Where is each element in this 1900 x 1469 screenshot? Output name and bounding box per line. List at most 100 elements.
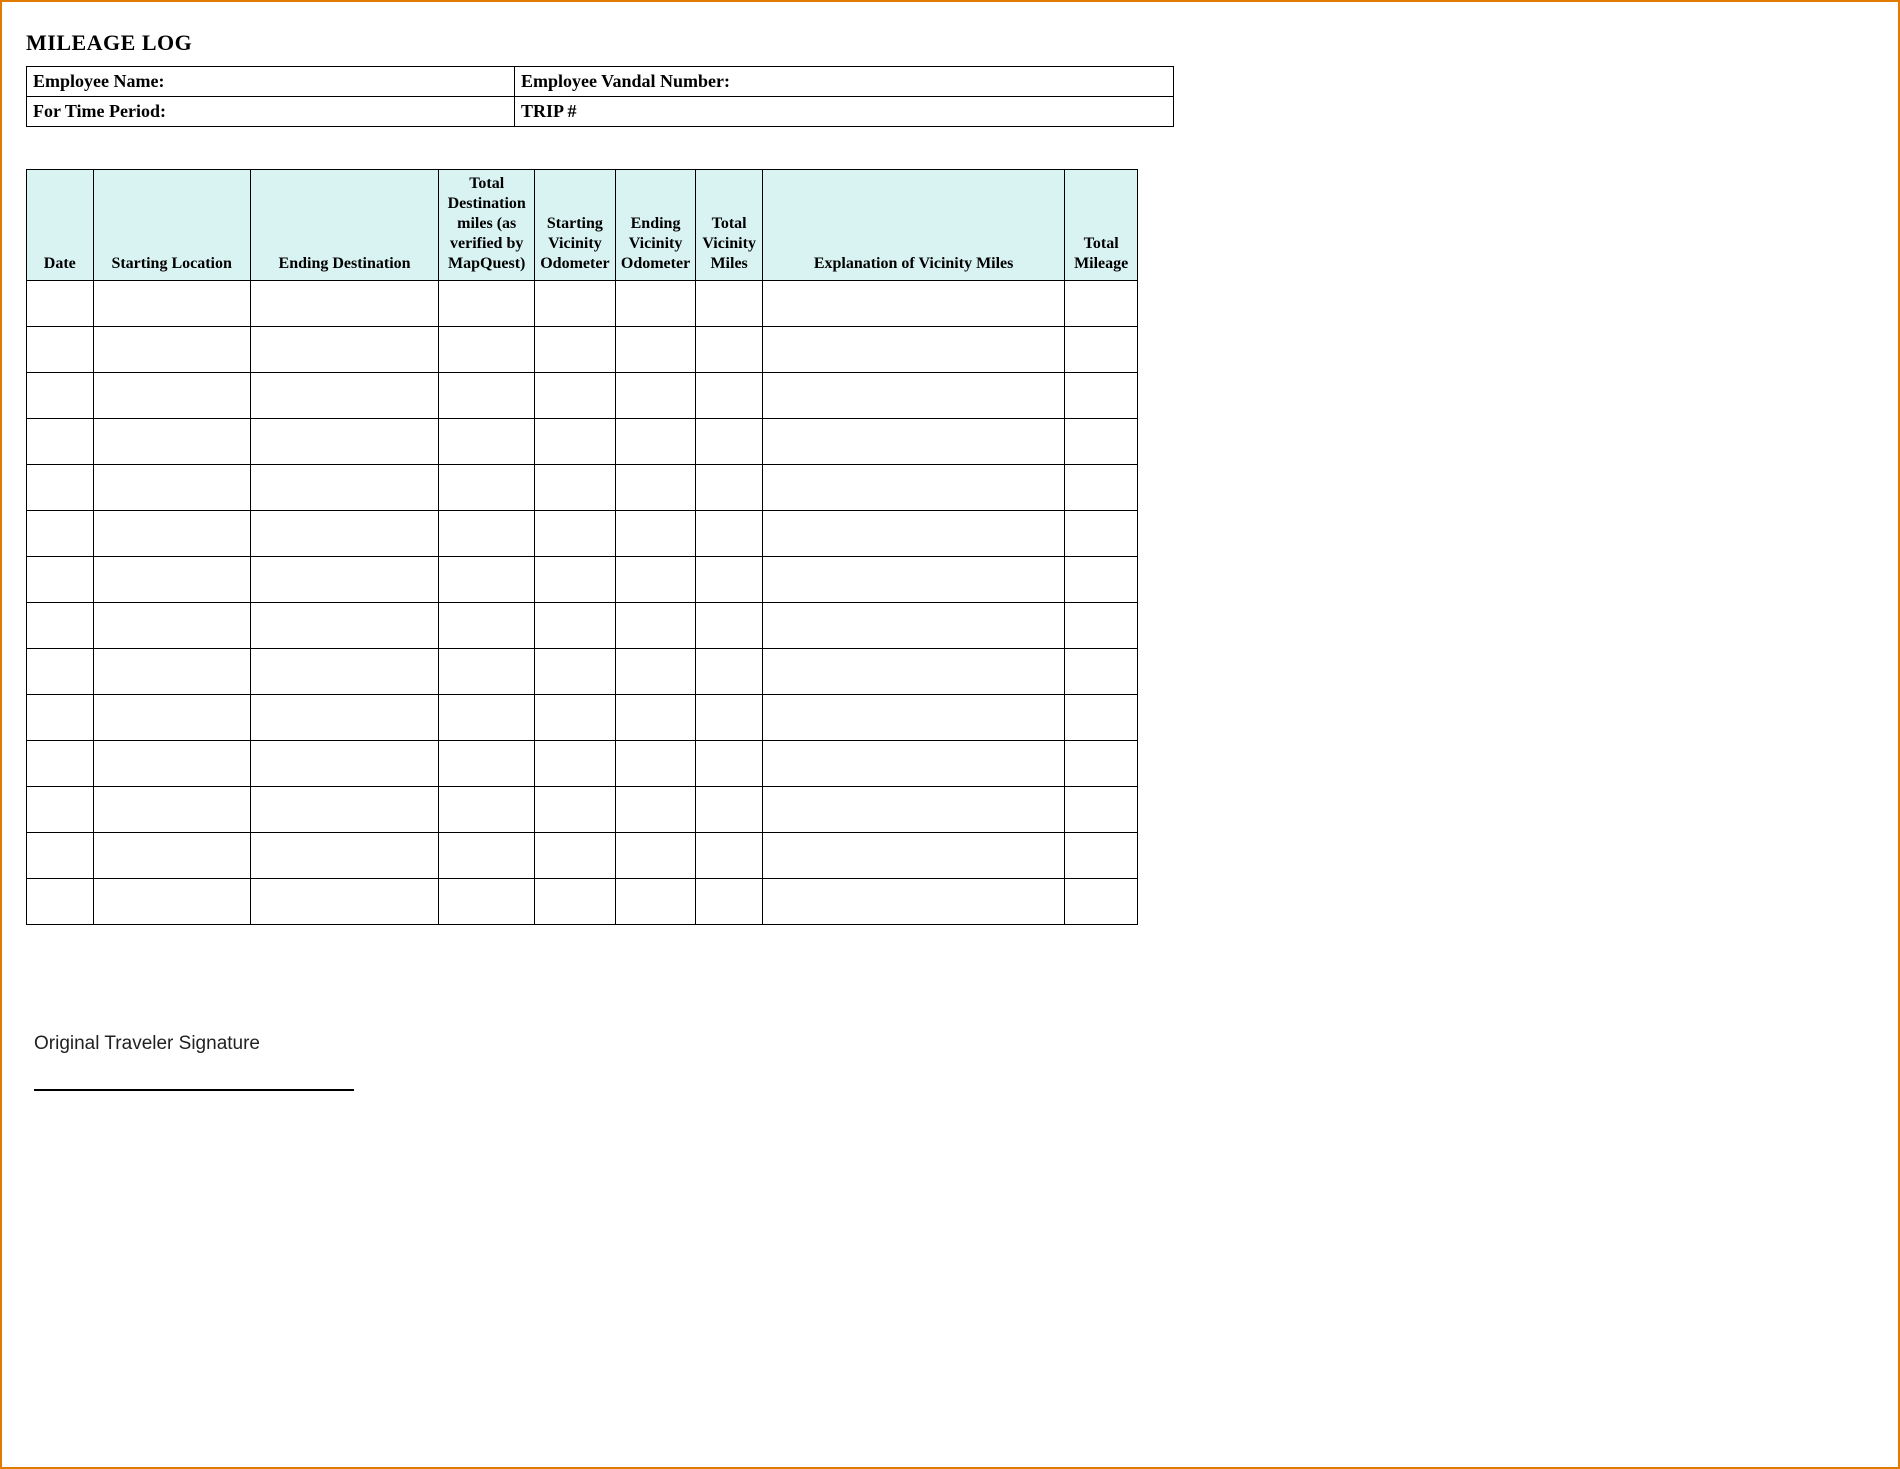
table-cell <box>535 741 616 787</box>
table-cell <box>696 695 763 741</box>
table-cell <box>615 511 696 557</box>
table-cell <box>27 787 94 833</box>
time-period-cell: For Time Period: <box>27 97 515 127</box>
table-cell <box>439 649 535 695</box>
table-cell <box>615 879 696 925</box>
table-row <box>27 695 1138 741</box>
table-cell <box>439 465 535 511</box>
table-cell <box>762 879 1064 925</box>
table-cell <box>696 327 763 373</box>
table-cell <box>535 373 616 419</box>
table-cell <box>250 465 439 511</box>
table-cell <box>1065 419 1138 465</box>
table-cell <box>27 879 94 925</box>
table-cell <box>439 373 535 419</box>
table-cell <box>762 833 1064 879</box>
table-cell <box>439 603 535 649</box>
table-cell <box>696 373 763 419</box>
table-row <box>27 511 1138 557</box>
table-row <box>27 419 1138 465</box>
table-cell <box>1065 695 1138 741</box>
table-cell <box>1065 741 1138 787</box>
table-cell <box>696 511 763 557</box>
table-cell <box>93 465 250 511</box>
table-cell <box>27 741 94 787</box>
table-cell <box>93 603 250 649</box>
employee-name-cell: Employee Name: <box>27 67 515 97</box>
table-cell <box>250 511 439 557</box>
table-cell <box>250 419 439 465</box>
table-cell <box>93 373 250 419</box>
table-cell <box>439 833 535 879</box>
col-explanation: Explanation of Vicinity Miles <box>762 170 1064 281</box>
header-row: Date Starting Location Ending Destinatio… <box>27 170 1138 281</box>
table-cell <box>535 557 616 603</box>
table-cell <box>696 465 763 511</box>
table-cell <box>535 511 616 557</box>
table-cell <box>615 465 696 511</box>
table-cell <box>696 879 763 925</box>
table-cell <box>27 281 94 327</box>
table-cell <box>27 373 94 419</box>
info-table: Employee Name: Employee Vandal Number: F… <box>26 66 1174 127</box>
page-title: MILEAGE LOG <box>26 30 1174 56</box>
table-cell <box>93 327 250 373</box>
table-cell <box>250 741 439 787</box>
table-cell <box>250 833 439 879</box>
table-cell <box>93 557 250 603</box>
table-cell <box>250 787 439 833</box>
table-cell <box>762 327 1064 373</box>
signature-block: Original Traveler Signature <box>34 1033 1174 1091</box>
table-cell <box>615 373 696 419</box>
table-row <box>27 557 1138 603</box>
trip-number-cell: TRIP # <box>515 97 1174 127</box>
table-cell <box>250 603 439 649</box>
table-cell <box>696 649 763 695</box>
table-cell <box>762 695 1064 741</box>
table-cell <box>762 511 1064 557</box>
table-cell <box>535 465 616 511</box>
table-cell <box>1065 833 1138 879</box>
table-cell <box>250 281 439 327</box>
table-cell <box>250 373 439 419</box>
table-cell <box>93 419 250 465</box>
table-cell <box>93 695 250 741</box>
table-cell <box>439 419 535 465</box>
table-cell <box>250 557 439 603</box>
table-row <box>27 603 1138 649</box>
table-cell <box>439 511 535 557</box>
table-cell <box>439 741 535 787</box>
table-row <box>27 327 1138 373</box>
table-cell <box>93 511 250 557</box>
table-cell <box>1065 787 1138 833</box>
table-cell <box>1065 879 1138 925</box>
table-cell <box>27 557 94 603</box>
col-total-mileage: Total Mileage <box>1065 170 1138 281</box>
table-cell <box>439 281 535 327</box>
table-cell <box>615 281 696 327</box>
table-cell <box>439 695 535 741</box>
table-cell <box>1065 281 1138 327</box>
table-cell <box>696 557 763 603</box>
table-cell <box>762 373 1064 419</box>
table-cell <box>696 603 763 649</box>
table-cell <box>696 741 763 787</box>
col-starting-vicinity-odometer: Starting Vicinity Odometer <box>535 170 616 281</box>
table-cell <box>615 327 696 373</box>
table-cell <box>615 649 696 695</box>
table-cell <box>762 741 1064 787</box>
table-row <box>27 741 1138 787</box>
table-row <box>27 373 1138 419</box>
table-cell <box>439 327 535 373</box>
table-cell <box>1065 603 1138 649</box>
table-cell <box>535 419 616 465</box>
table-cell <box>439 557 535 603</box>
table-cell <box>439 879 535 925</box>
table-cell <box>1065 511 1138 557</box>
table-cell <box>762 419 1064 465</box>
table-row <box>27 465 1138 511</box>
table-cell <box>762 465 1064 511</box>
table-cell <box>615 787 696 833</box>
table-row <box>27 833 1138 879</box>
document-content: MILEAGE LOG Employee Name: Employee Vand… <box>26 20 1174 1091</box>
